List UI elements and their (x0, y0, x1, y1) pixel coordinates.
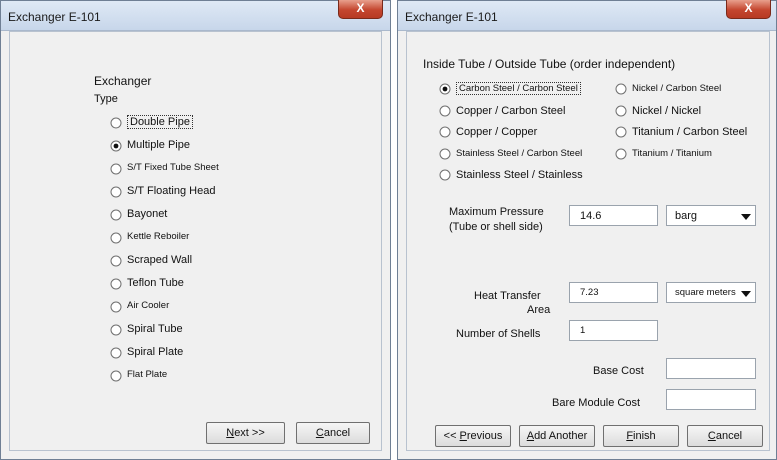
type-label: Air Cooler (127, 300, 170, 311)
radio-label: Nickel / Carbon Steel (632, 83, 722, 94)
type-label: Spiral Tube (127, 323, 183, 335)
type-label: S/T Fixed Tube Sheet (127, 162, 219, 173)
close-button[interactable]: X (726, 0, 771, 19)
pressure-unit-select[interactable]: barg (666, 205, 756, 226)
material-heading: Inside Tube / Outside Tube (order indepe… (423, 57, 676, 71)
details-panel: Inside Tube / Outside Tube (order indepe… (406, 31, 770, 451)
close-icon: X (744, 1, 753, 15)
base-cost-label: Base Cost (593, 365, 644, 377)
area-sublabel: Area (527, 304, 551, 316)
radio-label: Copper / Carbon Steel (456, 104, 566, 117)
shells-label: Number of Shells (456, 328, 541, 340)
close-button[interactable]: X (338, 0, 383, 19)
window-title: Exchanger E-101 (405, 10, 498, 24)
bare-module-cost-label: Bare Module Cost (552, 397, 641, 409)
title-bar[interactable]: Exchanger E-101 X (1, 0, 390, 31)
exchanger-details-window: Exchanger E-101 X Inside Tube / Outside … (397, 0, 777, 460)
area-unit-select[interactable]: square meters (666, 282, 756, 303)
cancel-button[interactable]: Cancel (296, 422, 370, 444)
shells-input[interactable]: 1 (569, 320, 658, 341)
type-label: Flat Plate (127, 369, 168, 380)
radio-label: Titanium / Titanium (632, 147, 712, 159)
previous-button[interactable]: << Previous (435, 425, 511, 447)
area-label: Heat Transfer (474, 290, 541, 302)
bare-module-cost-field (666, 389, 756, 410)
add-another-button[interactable]: Add Another (519, 425, 595, 447)
cancel-button[interactable]: Cancel (687, 425, 763, 447)
type-label: Teflon Tube (127, 277, 184, 289)
type-label: Kettle Reboiler (127, 231, 190, 242)
chevron-down-icon (741, 214, 751, 220)
chevron-down-icon (741, 291, 751, 297)
base-cost-field (666, 358, 756, 379)
radio-label: Titanium / Carbon Steel (632, 126, 748, 138)
type-label: Multiple Pipe (127, 139, 190, 151)
area-input[interactable]: 7.23 (569, 282, 658, 303)
type-label: S/T Floating Head (127, 185, 216, 197)
heading-exchanger: Exchanger (94, 74, 152, 88)
title-bar[interactable]: Exchanger E-101 X (398, 0, 776, 31)
next-button[interactable]: Next >> (206, 422, 285, 444)
type-label: Scraped Wall (127, 254, 193, 266)
pressure-sublabel: (Tube or shell side) (449, 221, 543, 233)
radio-label: Stainless Steel / Carbon Steel (456, 147, 583, 159)
exchanger-type-window: Exchanger E-101 X Exchanger Type Double … (0, 0, 391, 460)
finish-button[interactable]: Finish (603, 425, 679, 447)
type-label: Spiral Plate (127, 346, 184, 358)
radio-label: Nickel / Nickel (632, 104, 702, 117)
heading-type: Type (94, 93, 118, 105)
type-panel: Exchanger Type Double Pipe Multiple Pipe S… (9, 31, 382, 451)
window-title: Exchanger E-101 (8, 10, 101, 24)
pressure-input[interactable]: 14.6 (569, 205, 658, 226)
pressure-label: Maximum Pressure (449, 206, 544, 218)
close-icon: X (356, 1, 365, 15)
type-label: Bayonet (127, 208, 168, 220)
radio-label: Carbon Steel / Carbon Steel (456, 82, 581, 95)
type-label: Double Pipe (127, 115, 193, 129)
radio-label: Copper / Copper (456, 126, 538, 138)
radio-label: Stainless Steel / Stainless (456, 169, 583, 181)
